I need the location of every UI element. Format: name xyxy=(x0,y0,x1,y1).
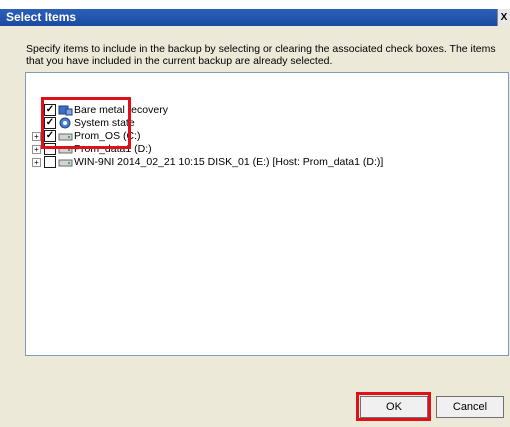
cancel-button[interactable]: Cancel xyxy=(436,396,504,418)
tree-item-win-9ni[interactable]: + WIN-9NI 2014_02_21 10:15 DISK_01 (E:) … xyxy=(32,156,492,169)
expand-icon[interactable]: + xyxy=(32,132,41,141)
expand-icon[interactable]: + xyxy=(32,145,41,154)
highlight-box-ok xyxy=(356,392,431,421)
instructions-text: Specify items to include in the backup b… xyxy=(26,43,496,67)
win-9ni-checkbox[interactable] xyxy=(44,156,56,168)
title-bar: Select Items X xyxy=(0,9,510,26)
expand-icon[interactable]: + xyxy=(32,158,41,167)
top-strip xyxy=(0,0,510,9)
close-button[interactable]: X xyxy=(497,9,510,26)
window-title: Select Items xyxy=(6,10,77,24)
tree-item-label: WIN-9NI 2014_02_21 10:15 DISK_01 (E:) [H… xyxy=(74,156,384,168)
highlight-box-selected-items xyxy=(41,97,131,149)
drive-icon xyxy=(58,159,73,167)
